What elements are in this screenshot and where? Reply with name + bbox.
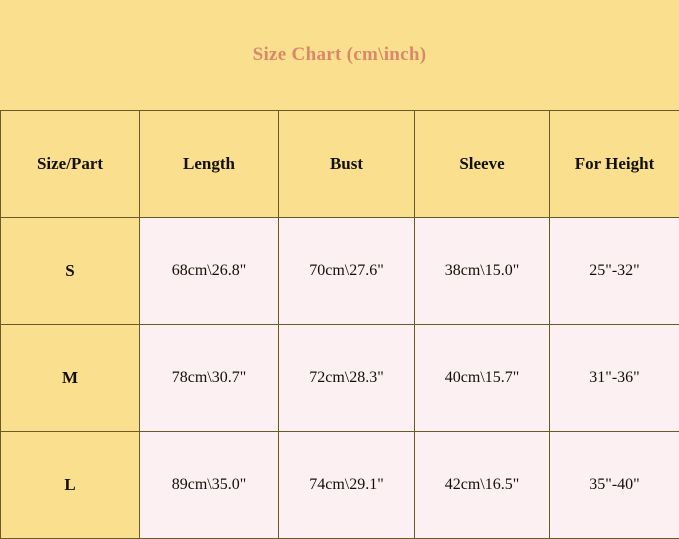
- cell-bust-m: 72cm\28.3": [278, 324, 415, 432]
- column-header-for-height: For Height: [549, 110, 679, 218]
- column-header-bust: Bust: [278, 110, 415, 218]
- size-label-m: M: [0, 324, 140, 432]
- column-header-sleeve: Sleeve: [414, 110, 550, 218]
- size-chart-page: Size Chart (cm\inch) Size/Part Length Bu…: [0, 0, 679, 539]
- column-header-length: Length: [139, 110, 279, 218]
- cell-sleeve-l: 42cm\16.5": [414, 431, 550, 539]
- cell-for-height-l: 35"-40": [549, 431, 679, 539]
- table-row: S 68cm\26.8" 70cm\27.6" 38cm\15.0" 25"-3…: [0, 217, 679, 325]
- page-title: Size Chart (cm\inch): [252, 44, 427, 65]
- cell-bust-l: 74cm\29.1": [278, 431, 415, 539]
- cell-bust-s: 70cm\27.6": [278, 217, 415, 325]
- table-row: L 89cm\35.0" 74cm\29.1" 42cm\16.5" 35"-4…: [0, 431, 679, 539]
- cell-length-m: 78cm\30.7": [139, 324, 279, 432]
- size-chart-table: Size/Part Length Bust Sleeve For Height …: [0, 110, 679, 539]
- size-label-l: L: [0, 431, 140, 539]
- table-header-row: Size/Part Length Bust Sleeve For Height: [0, 110, 679, 218]
- table-row: M 78cm\30.7" 72cm\28.3" 40cm\15.7" 31"-3…: [0, 324, 679, 432]
- cell-sleeve-m: 40cm\15.7": [414, 324, 550, 432]
- cell-sleeve-s: 38cm\15.0": [414, 217, 550, 325]
- cell-length-l: 89cm\35.0": [139, 431, 279, 539]
- size-label-s: S: [0, 217, 140, 325]
- cell-for-height-m: 31"-36": [549, 324, 679, 432]
- cell-length-s: 68cm\26.8": [139, 217, 279, 325]
- title-band: Size Chart (cm\inch): [0, 0, 679, 110]
- column-header-size-part: Size/Part: [0, 110, 140, 218]
- cell-for-height-s: 25"-32": [549, 217, 679, 325]
